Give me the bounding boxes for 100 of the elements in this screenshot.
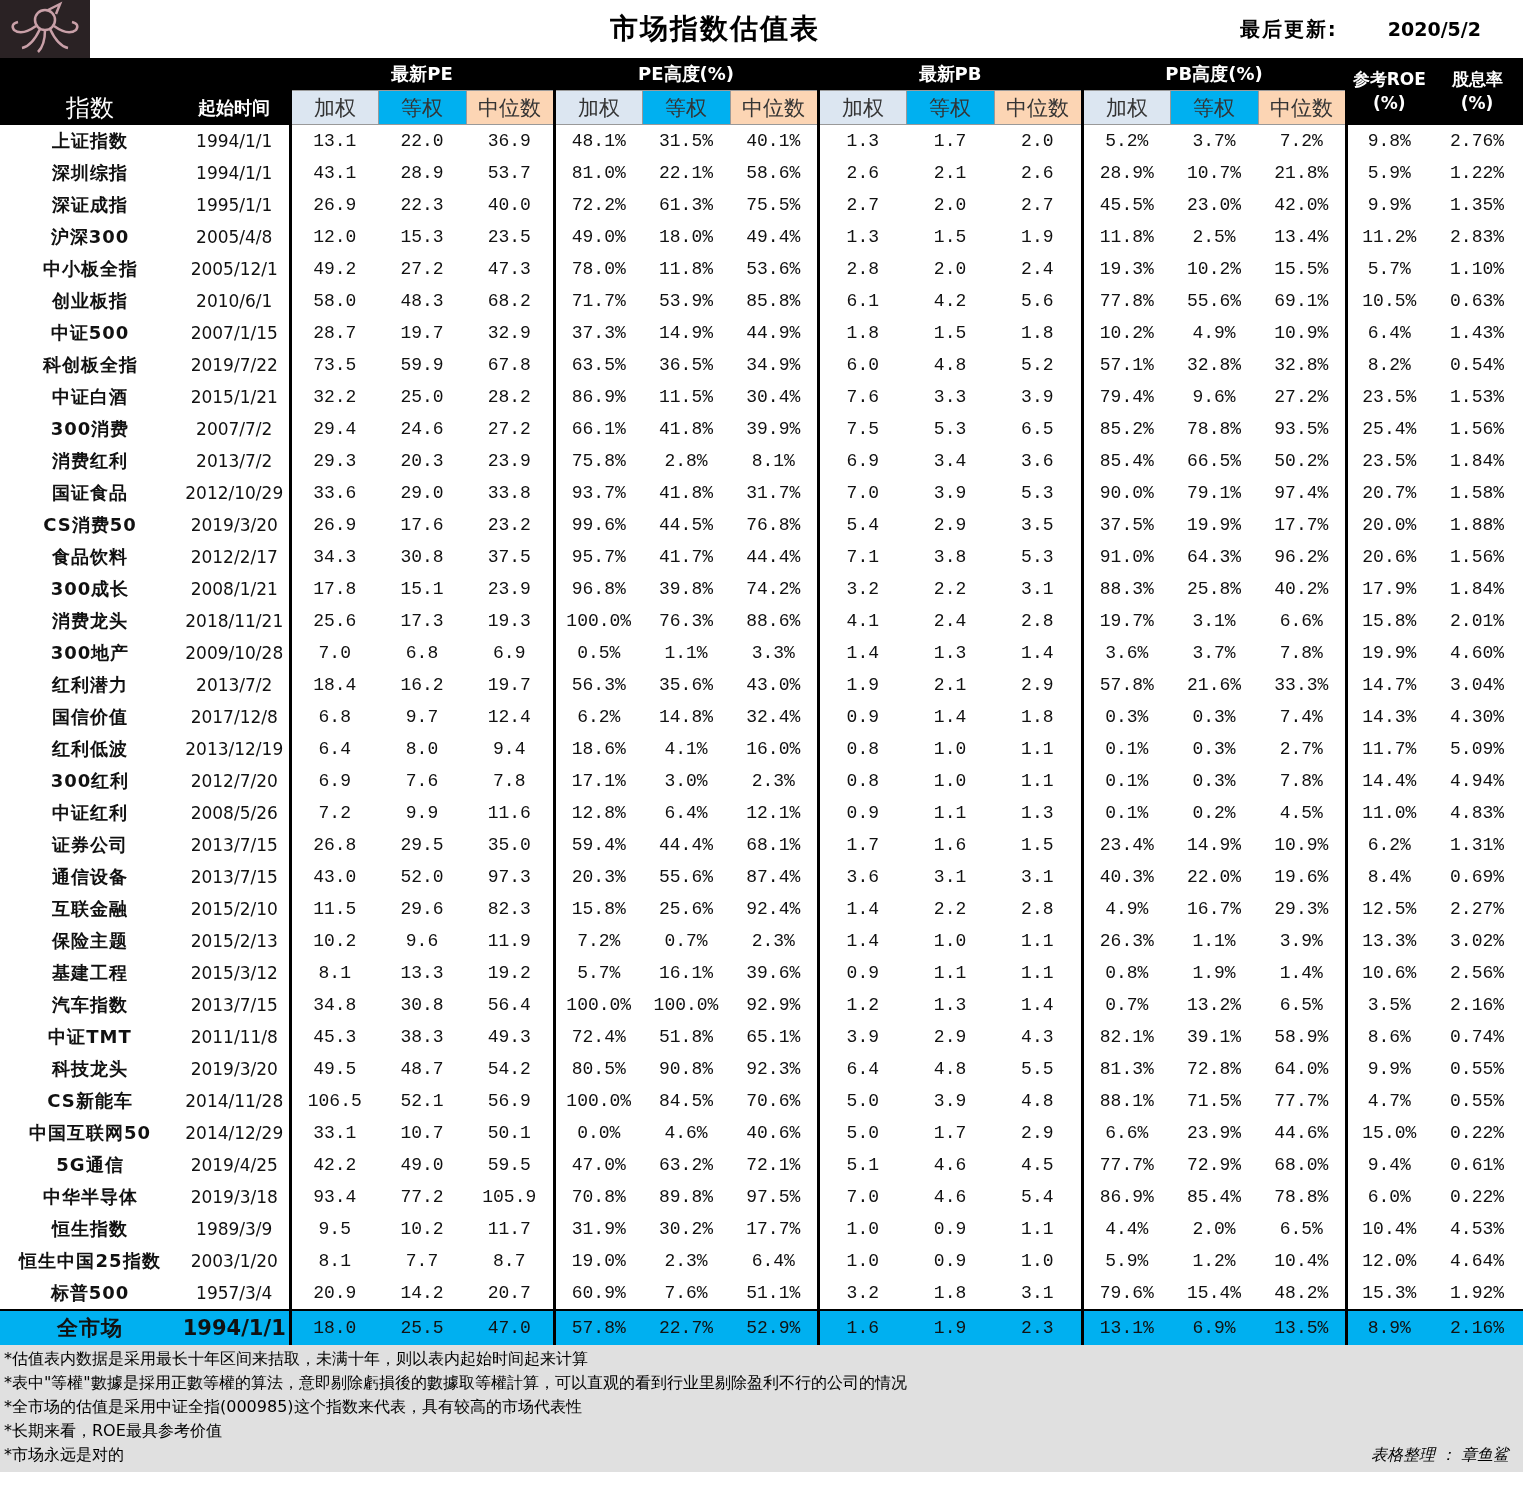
table-cell-text: 3.4 (932, 450, 968, 473)
table-cell: 85.8% (730, 285, 819, 317)
footnote: *全市场的估值是采用中证全指(000985)这个指数来代表，具有较高的市场代表性 (4, 1397, 583, 1418)
table-cell: 54.2 (466, 1053, 554, 1085)
table-cell: 6.9% (1170, 1310, 1259, 1345)
table-cell: 2019/4/25 (180, 1149, 290, 1181)
table-cell: 40.6% (730, 1117, 819, 1149)
table-cell: 18.4 (290, 669, 378, 701)
table-cell: 12.4 (466, 701, 554, 733)
table-cell-text: 79.1% (1186, 482, 1243, 505)
table-cell: 86.9% (1082, 1181, 1171, 1213)
table-cell: 3.2 (818, 573, 907, 605)
table-cell: 1.9 (906, 1310, 995, 1345)
table-cell: 56.9 (466, 1085, 554, 1117)
table-cell: 8.6% (1346, 1021, 1432, 1053)
table-cell: 49.5 (290, 1053, 378, 1085)
table-cell: 10.5% (1346, 285, 1432, 317)
table-cell-text: 1.9% (1191, 962, 1237, 985)
index-name: 全市场 (0, 1310, 180, 1345)
table-cell: 0.1% (1082, 765, 1171, 797)
table-cell: 20.3% (554, 861, 642, 893)
table-cell: 95.7% (554, 541, 642, 573)
table-cell: 0.8 (818, 765, 907, 797)
table-cell: 25.5 (378, 1310, 466, 1345)
table-cell-text: 2.1 (932, 674, 968, 697)
index-name: 300消费 (49, 417, 131, 441)
table-cell-text: 17.3 (399, 610, 445, 633)
table-cell-text: 0.22% (1449, 1122, 1506, 1145)
table-cell-text: 1.3 (932, 642, 968, 665)
table-cell: 6.9 (290, 765, 378, 797)
table-cell: 2.3 (994, 1310, 1083, 1345)
table-cell: 88.1% (1082, 1085, 1171, 1117)
table-cell: 37.5% (1082, 509, 1171, 541)
logo-icon (0, 0, 90, 58)
table-cell: 1.9 (818, 669, 907, 701)
table-cell: 7.2 (290, 797, 378, 829)
table-cell: 17.9% (1346, 573, 1432, 605)
table-cell: 14.4% (1346, 765, 1432, 797)
table-cell-text: 66.5% (1186, 450, 1243, 473)
table-cell: 13.4% (1258, 221, 1347, 253)
table-cell: 43.0 (290, 861, 378, 893)
table-cell: 1.4 (818, 893, 907, 925)
table-cell: 47.3 (466, 253, 554, 285)
table-cell-text: 78.8% (1186, 418, 1243, 441)
table-cell: 93.4 (290, 1181, 378, 1213)
table-cell-text: 19.7 (399, 322, 445, 345)
table-cell: 6.0% (1346, 1181, 1432, 1213)
table-cell: 19.3 (466, 605, 554, 637)
table-cell-text: 1.22% (1449, 162, 1506, 185)
table-cell: 77.7% (1258, 1085, 1347, 1117)
table-cell: 9.8% (1346, 124, 1432, 157)
index-name: 食品饮料 (51, 545, 129, 569)
table-cell: 37.5 (466, 541, 554, 573)
table-cell: 11.6 (466, 797, 554, 829)
table-cell: 2013/7/15 (180, 829, 290, 861)
table-cell: 7.8% (1258, 637, 1347, 669)
index-name: 中证500 (49, 321, 131, 345)
table-cell: 6.6% (1258, 605, 1347, 637)
table-cell: 2.9 (994, 669, 1083, 701)
table-cell: 97.3 (466, 861, 554, 893)
table-cell: 33.3% (1258, 669, 1347, 701)
table-cell-text: 2.9 (932, 1026, 968, 1049)
table-cell: 1.6 (818, 1310, 907, 1345)
table-cell: 1.0 (818, 1213, 907, 1245)
table-cell-text: 2.16% (1449, 994, 1506, 1017)
table-cell: 3.5 (994, 509, 1083, 541)
table-cell: 19.9% (1346, 637, 1432, 669)
table-cell-text: 5.09% (1449, 738, 1506, 761)
table-cell: 4.1 (818, 605, 907, 637)
table-cell: 77.8% (1082, 285, 1171, 317)
table-cell-text: 3.7% (1191, 642, 1237, 665)
table-cell-text: 0.7% (663, 930, 709, 953)
table-cell: 50.1 (466, 1117, 554, 1149)
table-cell: 1.4% (1258, 957, 1347, 989)
table-cell: 78.0% (554, 253, 642, 285)
table-cell: 49.3 (466, 1021, 554, 1053)
table-cell: 17.7% (1258, 509, 1347, 541)
table-cell: 2012/2/17 (180, 541, 290, 573)
table-cell: 82.3 (466, 893, 554, 925)
table-cell: 7.5 (818, 413, 907, 445)
table-cell-text: 84.5% (658, 1090, 714, 1113)
table-cell: 0.5% (554, 637, 642, 669)
table-cell: 19.0% (554, 1245, 642, 1277)
table-cell: 2010/6/1 (180, 285, 290, 317)
table-cell: 70.6% (730, 1085, 819, 1117)
table-cell: 1.4 (994, 989, 1083, 1021)
column-header: 等权 (906, 90, 995, 125)
table-cell-text: 11.8% (658, 258, 714, 281)
table-cell: 75.8% (554, 445, 642, 477)
table-cell: 0.8% (1082, 957, 1171, 989)
table-cell: 6.6% (1082, 1117, 1171, 1149)
table-cell-text: 1.6 (932, 834, 968, 857)
table-cell: 1.7 (906, 124, 995, 157)
table-cell: 20.7% (1346, 477, 1432, 509)
table-cell: 20.7 (466, 1277, 554, 1310)
table-cell-text: 9.7 (404, 706, 440, 729)
table-cell: 8.9% (1346, 1310, 1432, 1345)
table-cell-text: 22.3 (399, 194, 445, 217)
table-cell: 47.0 (466, 1310, 554, 1345)
table-cell-text: 15.1 (399, 578, 445, 601)
